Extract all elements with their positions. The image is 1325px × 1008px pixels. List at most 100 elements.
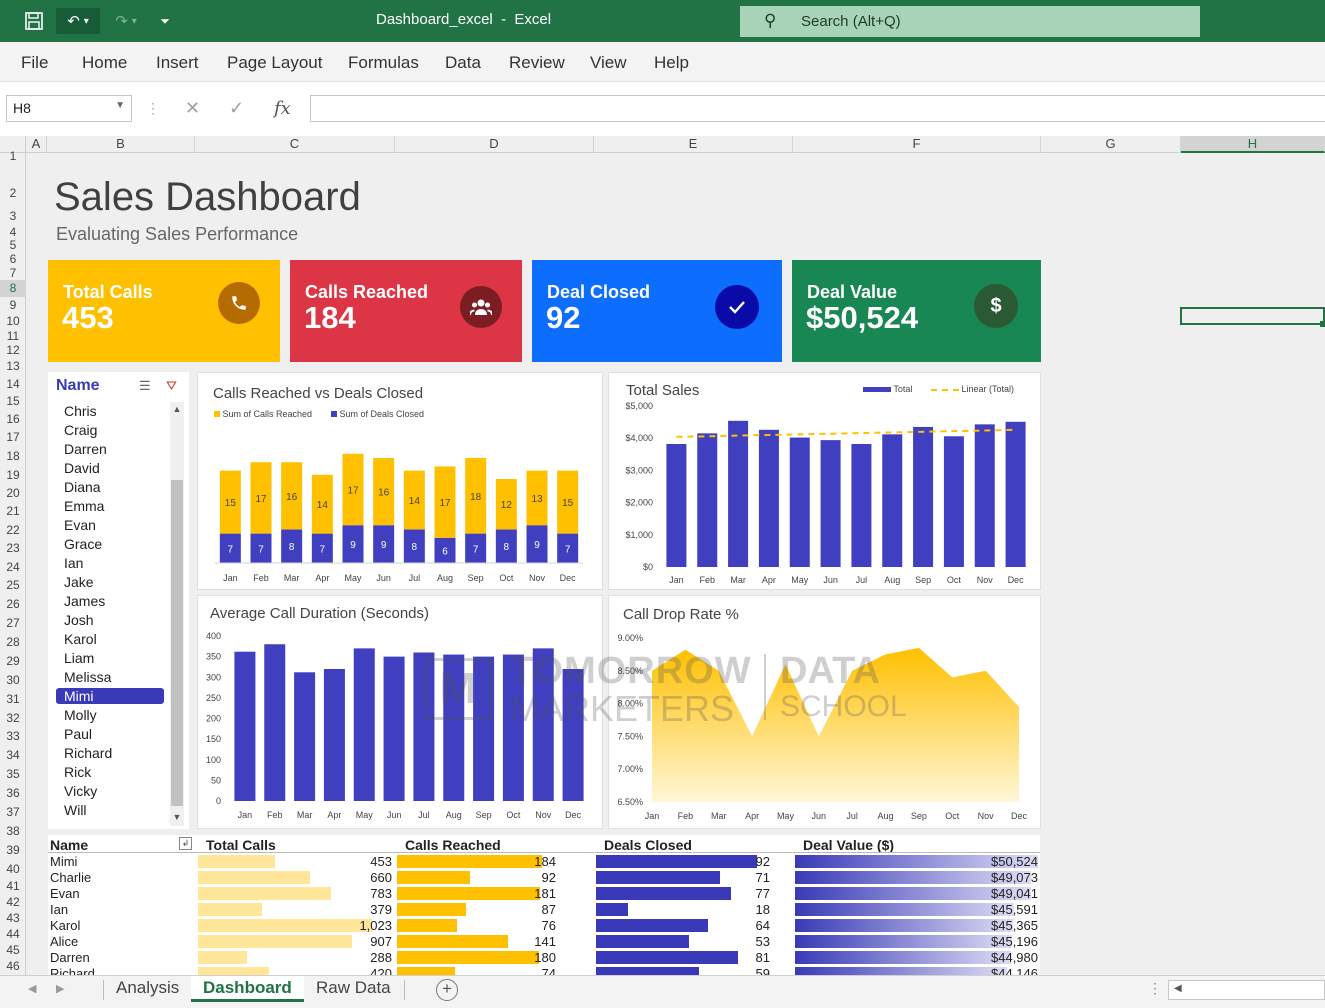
redo-icon[interactable]: ↷ ▾ [106, 8, 146, 34]
row-header[interactable]: 8 [0, 280, 26, 297]
menu-help[interactable]: Help [654, 53, 689, 73]
clear-filter-icon[interactable]: ⛛ [166, 378, 177, 394]
row-header[interactable]: 44 [0, 926, 26, 942]
row-header[interactable]: 46 [0, 958, 26, 974]
bar-call-duration[interactable] [413, 652, 435, 802]
bar-total-sales[interactable] [728, 420, 749, 567]
row-header[interactable]: 10 [0, 313, 26, 330]
menu-review[interactable]: Review [509, 53, 565, 73]
cancel-icon[interactable]: ✕ [185, 98, 200, 119]
customize-toolbar-icon[interactable]: ⏷ [152, 8, 178, 34]
scroll-left-icon[interactable]: ◀ [1174, 983, 1182, 994]
row-header[interactable]: 41 [0, 878, 26, 894]
chart-call-drop-rate[interactable]: Call Drop Rate % 6.50% 7.00% 7.50% 8.00% 8.5… [608, 595, 1041, 829]
name-box[interactable]: H8 ▼ [6, 95, 132, 122]
slicer-item[interactable]: Liam [56, 650, 164, 666]
formula-input[interactable] [310, 95, 1325, 122]
slicer-item[interactable]: Chris [56, 403, 164, 419]
row-header[interactable]: 18 [0, 446, 26, 466]
bar-call-duration[interactable] [383, 656, 405, 801]
row-header[interactable]: 23 [0, 539, 26, 558]
row-header[interactable]: 16 [0, 410, 26, 428]
bar-call-duration[interactable] [353, 648, 375, 801]
bar-call-duration[interactable] [562, 669, 584, 801]
slicer-item[interactable]: Paul [56, 726, 164, 742]
row-header[interactable]: 19 [0, 466, 26, 484]
slicer-item[interactable]: Vicky [56, 783, 164, 799]
row-header[interactable]: 34 [0, 746, 26, 765]
bar-total-sales[interactable] [758, 429, 779, 567]
bar-call-duration[interactable] [323, 669, 345, 801]
row-header[interactable]: 3 [0, 207, 26, 226]
bar-total-sales[interactable] [820, 440, 841, 567]
more-tabs-icon[interactable]: ⋮ [1148, 980, 1162, 997]
slicer-item[interactable]: Craig [56, 422, 164, 438]
row-header[interactable]: 7 [0, 266, 26, 280]
bar-call-duration[interactable] [443, 654, 465, 801]
row-header[interactable]: 39 [0, 841, 26, 860]
row-header[interactable]: 17 [0, 428, 26, 446]
slicer-item[interactable]: Molly [56, 707, 164, 723]
fill-handle[interactable] [1320, 321, 1325, 327]
row-header[interactable]: 11 [0, 330, 26, 343]
scroll-up-icon[interactable]: ▲ [171, 404, 183, 414]
row-header[interactable]: 29 [0, 652, 26, 671]
add-sheet-icon[interactable]: + [436, 979, 458, 1001]
row-header[interactable]: 21 [0, 502, 26, 521]
bar-call-duration[interactable] [234, 651, 256, 801]
row-header[interactable]: 36 [0, 784, 26, 803]
chart-avg-call-duration[interactable]: Average Call Duration (Seconds) 0 50 100 15… [197, 595, 603, 829]
slicer-item[interactable]: James [56, 593, 164, 609]
row-header[interactable]: 13 [0, 358, 26, 375]
bar-total-sales[interactable] [697, 433, 718, 567]
bar-total-sales[interactable] [882, 434, 903, 567]
bar-total-sales[interactable] [1005, 421, 1026, 567]
column-header[interactable]: F [793, 136, 1041, 153]
slicer-item[interactable]: Jake [56, 574, 164, 590]
tab-raw-data[interactable]: Raw Data [304, 976, 403, 1002]
save-icon[interactable] [21, 8, 47, 34]
chart-total-sales[interactable]: Total Sales Total Linear (Total) $0 $1,00… [608, 372, 1041, 590]
tab-analysis[interactable]: Analysis [104, 976, 191, 1002]
row-header[interactable]: 26 [0, 595, 26, 614]
row-header[interactable]: 20 [0, 484, 26, 502]
row-header[interactable]: 9 [0, 297, 26, 313]
insert-function-icon[interactable]: fx [274, 98, 291, 119]
slicer-item[interactable]: Darren [56, 441, 164, 457]
menu-formulas[interactable]: Formulas [348, 53, 419, 73]
row-header[interactable]: 24 [0, 558, 26, 576]
column-header[interactable]: E [594, 136, 793, 153]
area-drop-rate[interactable] [652, 647, 1019, 802]
horizontal-scrollbar[interactable]: ◀ [1168, 980, 1325, 1000]
row-header[interactable]: 31 [0, 690, 26, 709]
bar-call-duration[interactable] [532, 648, 554, 801]
row-header[interactable]: 22 [0, 521, 26, 539]
slicer-item[interactable]: Richard [56, 745, 164, 761]
row-header[interactable]: 45 [0, 942, 26, 958]
undo-icon[interactable]: ↶ ▾ [56, 8, 100, 34]
row-header[interactable]: 5 [0, 239, 26, 252]
bar-total-sales[interactable] [789, 437, 810, 567]
row-header[interactable]: 30 [0, 671, 26, 690]
row-header[interactable]: 6 [0, 252, 26, 266]
bar-total-sales[interactable] [974, 424, 995, 567]
slicer-item[interactable]: Mimi [56, 688, 164, 704]
slicer-item[interactable]: Ian [56, 555, 164, 571]
scroll-down-icon[interactable]: ▼ [171, 812, 183, 822]
menu-home[interactable]: Home [82, 53, 127, 73]
row-header[interactable]: 35 [0, 765, 26, 784]
slicer-item[interactable]: Emma [56, 498, 164, 514]
slicer-item[interactable]: David [56, 460, 164, 476]
menu-view[interactable]: View [590, 53, 627, 73]
slicer-item[interactable]: Evan [56, 517, 164, 533]
slicer-item[interactable]: Diana [56, 479, 164, 495]
row-header[interactable]: 14 [0, 375, 26, 393]
bar-call-duration[interactable] [502, 654, 524, 801]
slicer-item[interactable]: Grace [56, 536, 164, 552]
column-header[interactable]: B [47, 136, 195, 153]
row-header[interactable]: 25 [0, 576, 26, 595]
bar-total-sales[interactable] [943, 436, 964, 567]
column-header[interactable]: A [26, 136, 47, 153]
row-header[interactable]: 2 [0, 160, 26, 207]
column-header[interactable]: G [1041, 136, 1181, 153]
